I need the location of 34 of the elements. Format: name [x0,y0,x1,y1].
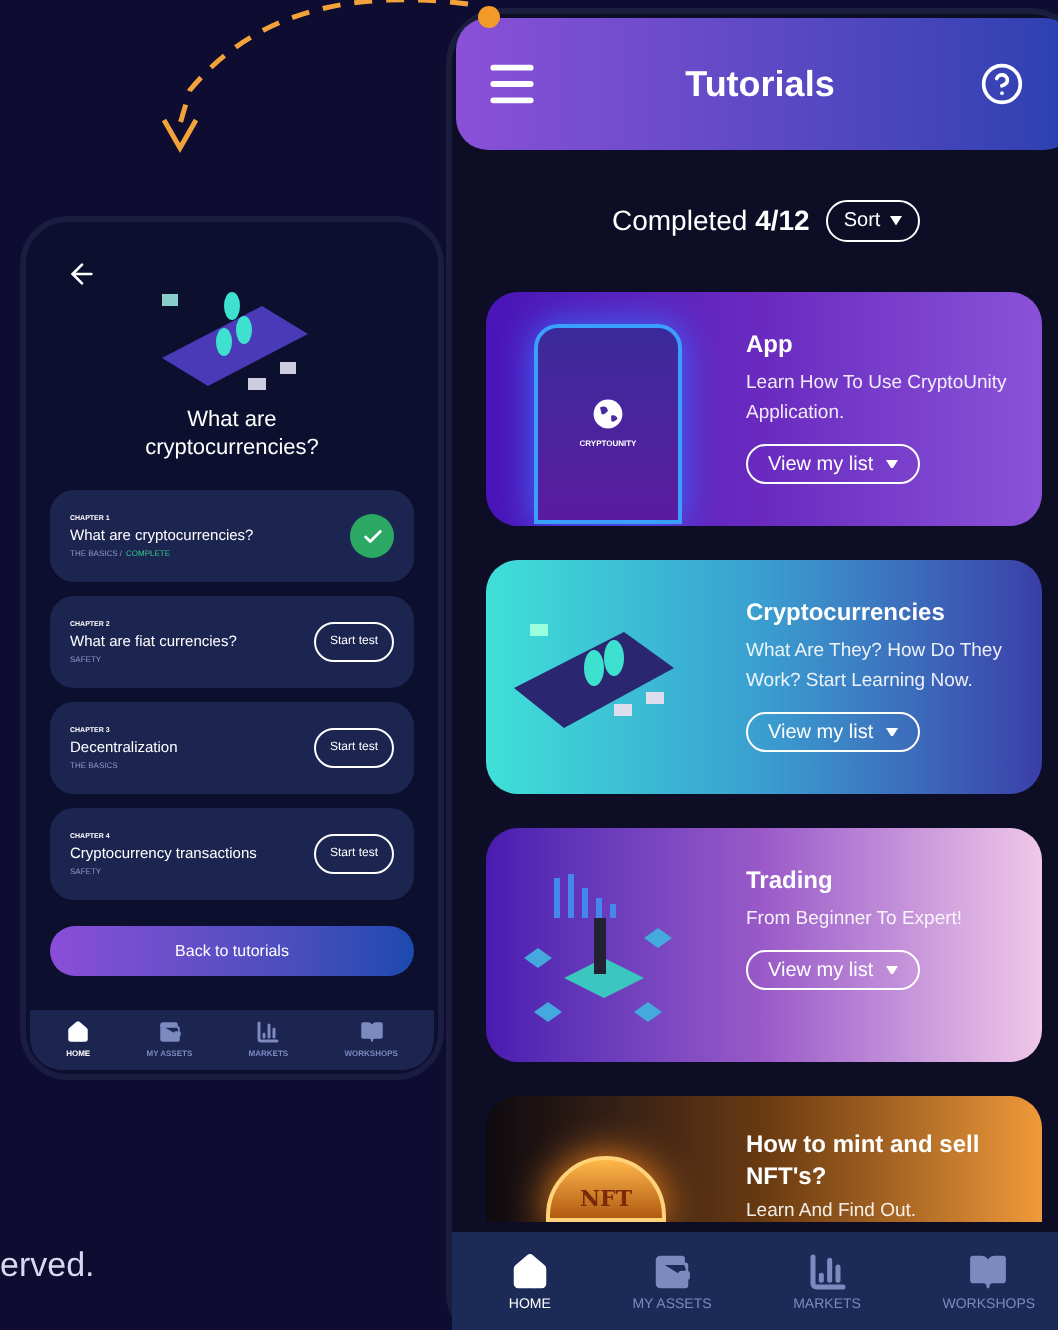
lesson-title: What are cryptocurrencies? [143,406,321,462]
card-description: Learn And Find Out. [746,1198,919,1222]
back-to-tutorials-button[interactable]: Back to tutorials [50,926,414,976]
help-icon[interactable] [979,62,1024,106]
card-title: Cryptocurrencies [746,596,947,628]
completed-label: Completed 4/12 [612,202,810,240]
sort-button[interactable]: Sort [825,200,921,242]
wallet-icon [157,1020,182,1044]
card-title: App [746,328,795,360]
bar-chart-icon [256,1020,281,1044]
tutorial-card[interactable]: NFT How to mint and sell NFT's? Learn And Find Out. [486,1096,1042,1222]
view-list-button[interactable]: View my list [746,444,920,484]
caret-icon [890,216,903,226]
tutorial-card[interactable]: Cryptocurrencies What Are They? How Do They Work? Start Learning Now. View my list [486,560,1042,794]
house-icon [509,1251,550,1292]
view-list-button[interactable]: View my list [746,712,920,752]
tutorial-card[interactable]: Trading From Beginner To Expert! View my list [486,828,1042,1062]
caret-icon [885,459,898,469]
house-icon [66,1020,91,1044]
coin-drawing: NFT [546,1156,666,1222]
card-description: Learn How To Use CryptoUnity Application. [746,370,1009,428]
caret-icon [885,727,898,737]
caret-icon [885,965,898,975]
footer-text: erved. [0,1244,95,1288]
card-description: What Are They? How Do They Work? Start Learning Now. [746,638,1004,696]
wallet-icon [652,1251,692,1292]
card-description: From Beginner To Expert! [746,906,963,934]
card-title: Trading [746,864,835,896]
page-title: Tutorials [685,61,835,107]
card-title: How to mint and sell NFT's? [746,1128,982,1192]
back-arrow-icon[interactable] [66,258,98,290]
bar-chart-icon [807,1251,848,1292]
book-icon [968,1251,1009,1292]
book-icon [359,1020,384,1044]
